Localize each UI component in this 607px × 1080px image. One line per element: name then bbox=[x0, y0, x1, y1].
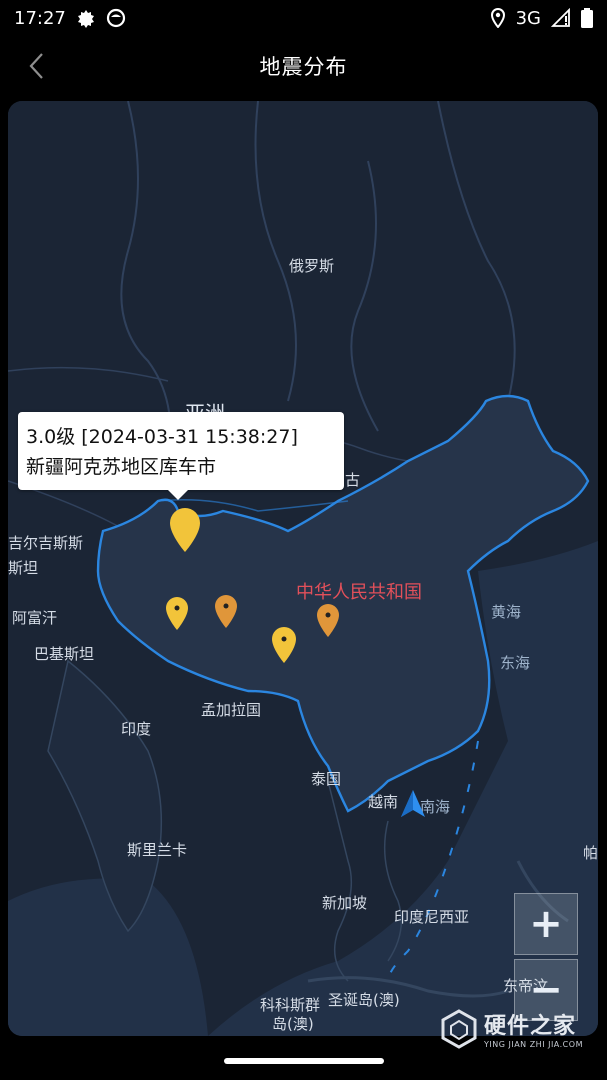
label-sri-lanka: 斯里兰卡 bbox=[127, 841, 188, 859]
app-bar: 地震分布 bbox=[0, 36, 607, 96]
label-thailand: 泰国 bbox=[311, 770, 342, 788]
label-afghanistan: 阿富汗 bbox=[12, 609, 58, 627]
network-type: 3G bbox=[515, 7, 541, 29]
face-icon bbox=[106, 8, 125, 28]
gear-icon bbox=[77, 10, 94, 28]
label-cocos-islands: 科科斯群 bbox=[260, 996, 321, 1014]
status-time: 17:27 bbox=[14, 7, 66, 29]
signal-icon bbox=[551, 8, 570, 27]
earthquake-map[interactable]: 俄罗斯 亚洲 古 吉尔吉斯斯 斯坦 阿富汗 巴基斯坦 中华人民共和国 黄海 东海… bbox=[8, 101, 598, 1036]
status-bar: 17:27 3G bbox=[0, 0, 607, 36]
watermark-title: 硬件之家 bbox=[484, 1014, 577, 1039]
popup-magnitude-time: 3.0级 [2024-03-31 15:38:27] bbox=[26, 426, 298, 448]
current-location-arrow-icon bbox=[401, 790, 425, 817]
label-east-sea: 东海 bbox=[500, 654, 531, 672]
label-tajikistan: 斯坦 bbox=[8, 559, 39, 577]
label-bangladesh: 孟加拉国 bbox=[201, 701, 262, 719]
label-christmas-island: 圣诞岛(澳) bbox=[328, 991, 400, 1009]
label-yellow-sea: 黄海 bbox=[491, 603, 522, 621]
label-indonesia: 印度尼西亚 bbox=[394, 908, 470, 926]
watermark-subtitle: YING JIAN ZHI JIA.COM bbox=[484, 1040, 583, 1049]
watermark-logo-icon bbox=[441, 1008, 477, 1049]
label-cocos-islands-2: 岛(澳) bbox=[272, 1015, 314, 1033]
label-palau: 帕 bbox=[583, 844, 598, 862]
popup-location: 新疆阿克苏地区库车市 bbox=[26, 456, 217, 478]
label-singapore: 新加坡 bbox=[322, 894, 368, 912]
label-vietnam: 越南 bbox=[368, 793, 399, 811]
earthquake-pin-icon[interactable] bbox=[270, 626, 298, 666]
label-russia: 俄罗斯 bbox=[289, 257, 335, 275]
label-china: 中华人民共和国 bbox=[296, 582, 422, 603]
map-background bbox=[8, 101, 598, 1036]
home-indicator[interactable] bbox=[224, 1058, 384, 1064]
location-icon bbox=[490, 8, 505, 28]
earthquake-info-popup: 3.0级 [2024-03-31 15:38:27] 新疆阿克苏地区库车市 bbox=[18, 412, 344, 500]
label-mongolia: 古 bbox=[345, 471, 361, 489]
earthquake-pin-selected-icon[interactable] bbox=[168, 506, 202, 554]
earthquake-pin-icon[interactable] bbox=[315, 603, 341, 639]
label-kyrgyzstan: 吉尔吉斯斯 bbox=[8, 534, 84, 552]
earthquake-pin-icon[interactable] bbox=[213, 594, 239, 630]
battery-icon bbox=[581, 8, 593, 28]
label-india: 印度 bbox=[121, 720, 152, 738]
watermark: 硬件之家 YING JIAN ZHI JIA.COM bbox=[440, 1008, 583, 1049]
label-pakistan: 巴基斯坦 bbox=[34, 645, 95, 663]
back-arrow-icon[interactable] bbox=[22, 50, 54, 82]
earthquake-pin-icon[interactable] bbox=[164, 596, 190, 632]
zoom-in-button[interactable]: + bbox=[514, 893, 578, 955]
page-title: 地震分布 bbox=[259, 55, 348, 79]
